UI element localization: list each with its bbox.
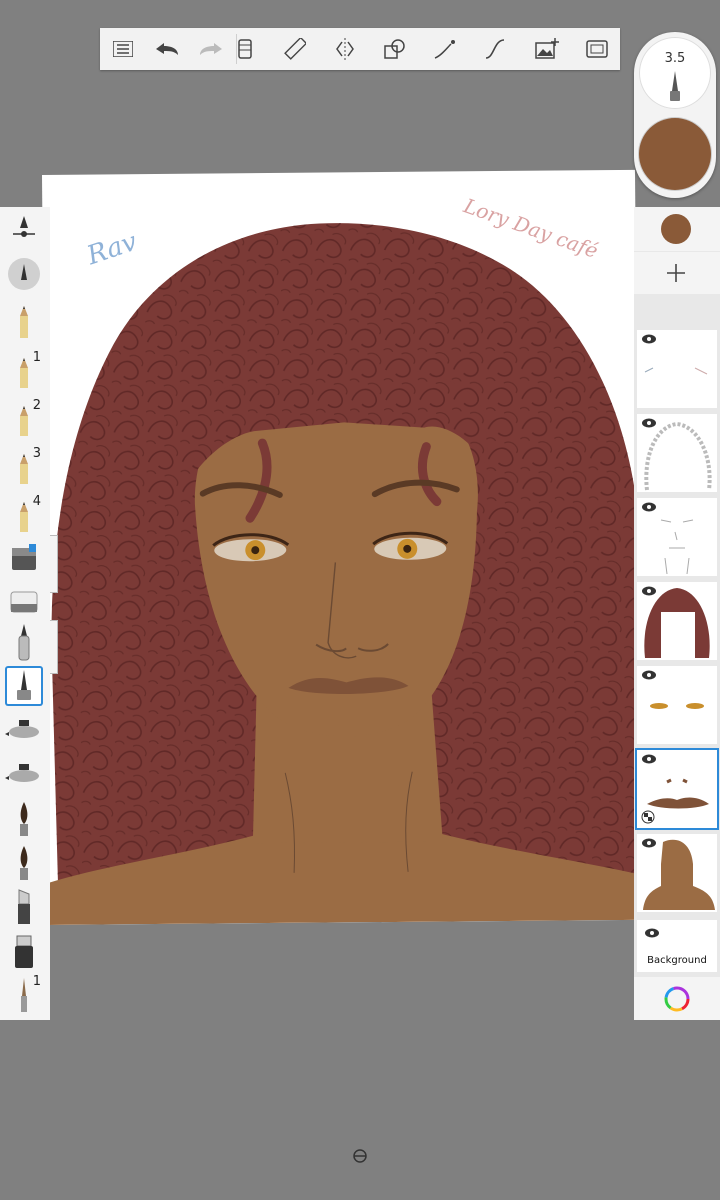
brush-tip-icon bbox=[670, 71, 680, 101]
color-wheel-button[interactable] bbox=[634, 977, 720, 1020]
fine-brush-1[interactable]: 1 bbox=[5, 974, 43, 1014]
color-wheel-icon bbox=[664, 986, 690, 1012]
brush-number: 3 bbox=[32, 446, 41, 461]
pencil-brush-4[interactable]: 4 bbox=[5, 494, 43, 534]
chisel-marker-brush[interactable] bbox=[5, 886, 43, 926]
eraser-hard-brush[interactable] bbox=[5, 538, 43, 578]
airbrush-brush-2[interactable] bbox=[5, 754, 43, 794]
undo-icon[interactable] bbox=[150, 32, 184, 66]
marker-brush[interactable] bbox=[5, 930, 43, 970]
layer-nose-mouth[interactable] bbox=[637, 750, 717, 828]
pencil-brush-1[interactable]: 1 bbox=[5, 350, 43, 390]
plus-icon bbox=[667, 264, 685, 282]
stroke-path-icon[interactable] bbox=[428, 32, 462, 66]
signature-left: Rav bbox=[83, 227, 142, 272]
redo-icon[interactable] bbox=[194, 32, 228, 66]
pencil-brush-2[interactable]: 2 bbox=[5, 398, 43, 438]
brush-number: 1 bbox=[32, 974, 41, 989]
add-image-icon[interactable] bbox=[530, 32, 564, 66]
layer-hair-fill[interactable] bbox=[637, 582, 717, 660]
layers-panel: Background bbox=[634, 207, 720, 1020]
background-layer-label: Background bbox=[647, 955, 707, 966]
brush-number: 4 bbox=[32, 494, 41, 509]
paintbrush-brush-2[interactable] bbox=[5, 842, 43, 882]
layer-thumbnail bbox=[644, 421, 712, 491]
brush-size-slider[interactable] bbox=[5, 212, 43, 252]
shapes-icon[interactable] bbox=[378, 32, 412, 66]
layer-thumbnail bbox=[650, 703, 704, 709]
brush-number: 1 bbox=[32, 350, 41, 365]
layer-signatures[interactable] bbox=[637, 330, 717, 408]
toolbar-toggle-handle[interactable] bbox=[352, 1148, 368, 1164]
layer-lock-icon[interactable] bbox=[641, 810, 655, 824]
layer-thumbnail bbox=[660, 519, 694, 575]
curve-icon[interactable] bbox=[478, 32, 512, 66]
brush-library: 1 2 3 4 1 bbox=[0, 207, 50, 1020]
technical-pen-brush[interactable] bbox=[5, 622, 43, 662]
pencil-brush-3[interactable]: 3 bbox=[5, 446, 43, 486]
fullscreen-icon[interactable] bbox=[580, 32, 614, 66]
brush-puck[interactable]: 3.5 bbox=[634, 32, 716, 198]
signature-right: Lory Day café bbox=[460, 193, 602, 263]
brush-size-value: 3.5 bbox=[664, 51, 686, 66]
ballpoint-pen-brush[interactable] bbox=[5, 666, 43, 706]
pencil-brush[interactable] bbox=[5, 302, 43, 342]
current-color-swatch[interactable] bbox=[661, 214, 691, 244]
brush-color-swatch[interactable] bbox=[639, 118, 711, 190]
layer-thumbnail bbox=[643, 839, 715, 910]
eraser-soft-brush[interactable] bbox=[5, 580, 43, 620]
layer-thumbnail bbox=[644, 588, 710, 658]
artwork: Rav Lory Day café bbox=[48, 193, 642, 925]
brush-number: 2 bbox=[32, 398, 41, 413]
panel-handle[interactable] bbox=[50, 535, 58, 593]
layer-background[interactable]: Background bbox=[637, 920, 717, 972]
layer-face-sketch[interactable] bbox=[637, 498, 717, 576]
layer-stack-icon[interactable] bbox=[228, 32, 262, 66]
top-toolbar bbox=[100, 28, 620, 70]
airbrush-brush[interactable] bbox=[5, 710, 43, 750]
layer-hair-lines[interactable] bbox=[637, 414, 717, 492]
round-brush-preset[interactable] bbox=[5, 254, 43, 294]
layer-thumbnail bbox=[644, 367, 708, 375]
visibility-eye-icon[interactable] bbox=[645, 928, 659, 938]
ruler-icon[interactable] bbox=[278, 32, 312, 66]
menu-icon[interactable] bbox=[106, 32, 140, 66]
layer-skin[interactable] bbox=[637, 834, 717, 912]
drawing-canvas[interactable]: Rav Lory Day café bbox=[42, 169, 642, 925]
symmetry-icon[interactable] bbox=[328, 32, 362, 66]
paintbrush-brush[interactable] bbox=[5, 798, 43, 838]
layer-eyes[interactable] bbox=[637, 666, 717, 744]
brush-size-control[interactable]: 3.5 bbox=[639, 37, 711, 109]
add-layer-button[interactable] bbox=[634, 252, 720, 294]
panel-handle[interactable] bbox=[50, 620, 58, 674]
current-color-row[interactable] bbox=[634, 207, 720, 251]
